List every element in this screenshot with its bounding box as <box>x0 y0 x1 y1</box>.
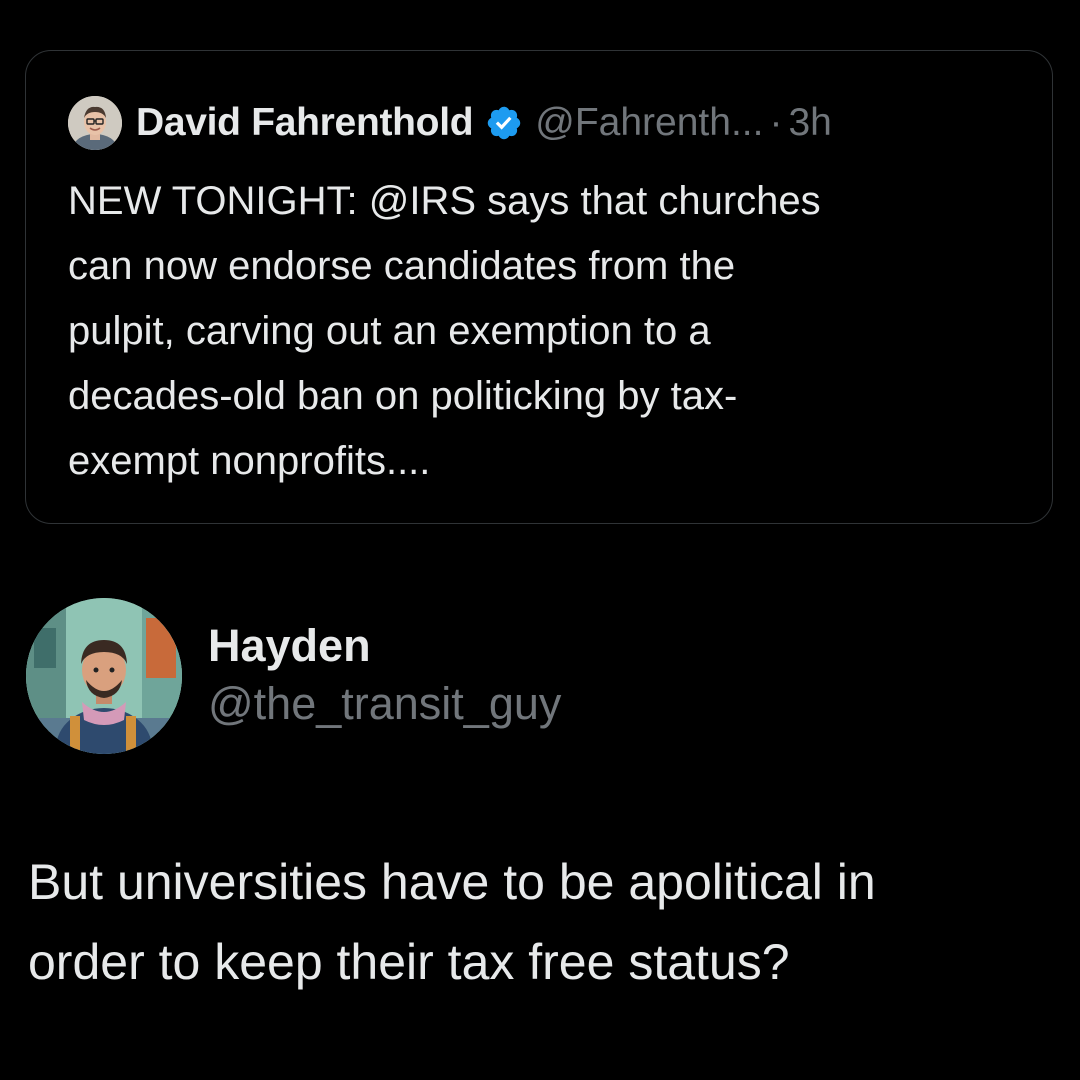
avatar-illustration <box>26 598 182 754</box>
reply-author-text: Hayden @the_transit_guy <box>208 618 561 734</box>
reply-author-name[interactable]: Hayden <box>208 618 561 674</box>
quoted-tweet-header: David Fahrenthold @Fahrenth... · 3h <box>68 95 832 151</box>
separator-dot: · <box>769 101 783 144</box>
avatar-illustration <box>68 96 122 150</box>
reply-author-avatar[interactable] <box>26 598 182 754</box>
quoted-author-avatar[interactable] <box>68 96 122 150</box>
quoted-tweet-timestamp[interactable]: 3h <box>788 101 831 145</box>
quoted-author-handle[interactable]: @Fahrenth... <box>535 101 763 145</box>
reply-author-handle[interactable]: @the_transit_guy <box>208 674 561 734</box>
verified-badge-icon <box>485 104 523 142</box>
quoted-author-name[interactable]: David Fahrenthold <box>136 101 474 145</box>
quoted-tweet-text: NEW TONIGHT: @IRS says that churches can… <box>68 179 821 483</box>
quoted-tweet-card[interactable]: David Fahrenthold @Fahrenth... · 3h NEW … <box>25 50 1053 524</box>
reply-tweet-text: But universities have to be apolitical i… <box>28 854 876 990</box>
reply-author-block: Hayden @the_transit_guy <box>26 598 561 754</box>
